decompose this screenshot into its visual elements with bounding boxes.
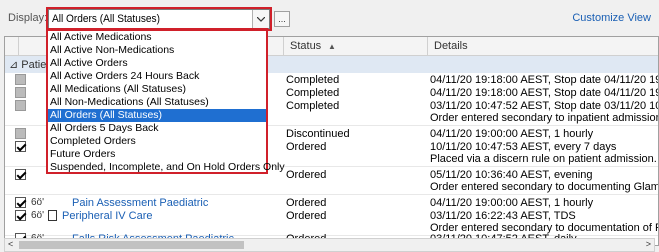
dropdown-option[interactable]: All Active Orders xyxy=(48,57,266,70)
row-status: Completed xyxy=(286,100,340,112)
row-status: Ordered xyxy=(286,210,327,222)
row-status: Ordered xyxy=(286,197,327,209)
row-details: 03/11/20 10:47:52 AEST, Stop date 03/11/… xyxy=(430,100,658,112)
row-details: 04/11/20 19:18:00 AEST, Stop date 04/11/… xyxy=(430,74,658,86)
row-status: Discontinued xyxy=(286,128,350,140)
row-status: Completed xyxy=(286,87,340,99)
row-checkbox[interactable] xyxy=(15,169,26,180)
row-details: 04/11/20 19:00:00 AEST, 1 hourly xyxy=(430,128,594,140)
scroll-thumb[interactable] xyxy=(19,241,244,249)
row-checkbox[interactable] xyxy=(15,141,26,152)
row-details: 04/11/20 19:00:00 AEST, 1 hourly xyxy=(430,197,594,209)
row-status: Ordered xyxy=(286,169,327,181)
collapse-icon[interactable]: ⊿ xyxy=(9,59,18,71)
row-checkbox[interactable] xyxy=(15,100,26,111)
dropdown-option[interactable]: All Non-Medications (All Statuses) xyxy=(48,96,266,109)
scroll-left-icon[interactable]: < xyxy=(8,239,13,249)
glasses-icon: 6ö' xyxy=(31,210,45,221)
dropdown-option[interactable]: Future Orders xyxy=(48,148,266,161)
table-row[interactable]: 6ö' Pain Assessment Paediatric Ordered 0… xyxy=(5,196,658,209)
dropdown-option[interactable]: All Active Medications xyxy=(48,31,266,44)
display-label: Display: xyxy=(8,12,48,24)
header-status-label: Status xyxy=(290,40,322,52)
dropdown-option[interactable]: Suspended, Incomplete, and On Hold Order… xyxy=(48,161,285,174)
dropdown-option[interactable]: Completed Orders xyxy=(48,135,266,148)
display-filter-select[interactable]: All Orders (All Statuses) xyxy=(48,9,270,29)
order-name-link[interactable]: Pain Assessment Paediatric xyxy=(72,197,208,209)
sort-ascending-icon: ▲ xyxy=(328,42,336,51)
horizontal-scrollbar[interactable]: < > xyxy=(4,238,655,252)
display-filter-dropdown: All Active Medications All Active Non-Me… xyxy=(46,28,285,174)
row-details: 03/11/20 16:22:43 AEST, TDS xyxy=(430,210,576,222)
glasses-icon: 6ö' xyxy=(31,197,45,208)
row-status: Ordered xyxy=(286,141,327,153)
group-label: ⊿ Patie xyxy=(9,58,46,71)
row-status: Completed xyxy=(286,74,340,86)
header-status[interactable]: Status ▲ xyxy=(284,37,428,56)
row-details: 04/11/20 19:18:00 AEST, Stop date 04/11/… xyxy=(430,87,658,99)
dropdown-option[interactable]: All Active Orders 24 Hours Back xyxy=(48,70,266,83)
document-icon xyxy=(48,210,57,221)
order-name-link[interactable]: Peripheral IV Care xyxy=(62,210,153,222)
header-blank xyxy=(5,37,19,56)
scroll-right-icon[interactable]: > xyxy=(646,239,651,249)
row-checkbox[interactable] xyxy=(15,197,26,208)
dropdown-option[interactable]: All Active Non-Medications xyxy=(48,44,266,57)
row-checkbox[interactable] xyxy=(15,87,26,98)
row-details: 05/11/20 10:36:40 AEST, evening xyxy=(430,169,593,181)
display-filter-value: All Orders (All Statuses) xyxy=(52,13,160,25)
row-details-note: Order entered secondary to inpatient adm… xyxy=(430,112,659,124)
row-checkbox[interactable] xyxy=(15,74,26,85)
row-checkbox[interactable] xyxy=(15,210,26,221)
chevron-down-icon[interactable] xyxy=(252,10,269,28)
ellipsis-button[interactable]: ... xyxy=(274,11,290,27)
customize-view-link[interactable]: Customize View xyxy=(572,12,651,24)
dropdown-option[interactable]: All Orders 5 Days Back xyxy=(48,122,266,135)
row-details-note: Order entered secondary to documenting G… xyxy=(430,181,659,193)
row-details-note: Placed via a discern rule on patient adm… xyxy=(430,153,657,165)
header-details-label: Details xyxy=(434,40,468,52)
header-details[interactable]: Details xyxy=(428,37,658,56)
row-checkbox[interactable] xyxy=(15,128,26,139)
row-divider xyxy=(5,194,658,195)
dropdown-option-selected[interactable]: All Orders (All Statuses) xyxy=(48,109,266,122)
dropdown-option[interactable]: All Medications (All Statuses) xyxy=(48,83,266,96)
row-details: 10/11/20 10:47:53 AEST, every 7 days xyxy=(430,141,617,153)
group-label-text: Patie xyxy=(21,59,47,71)
